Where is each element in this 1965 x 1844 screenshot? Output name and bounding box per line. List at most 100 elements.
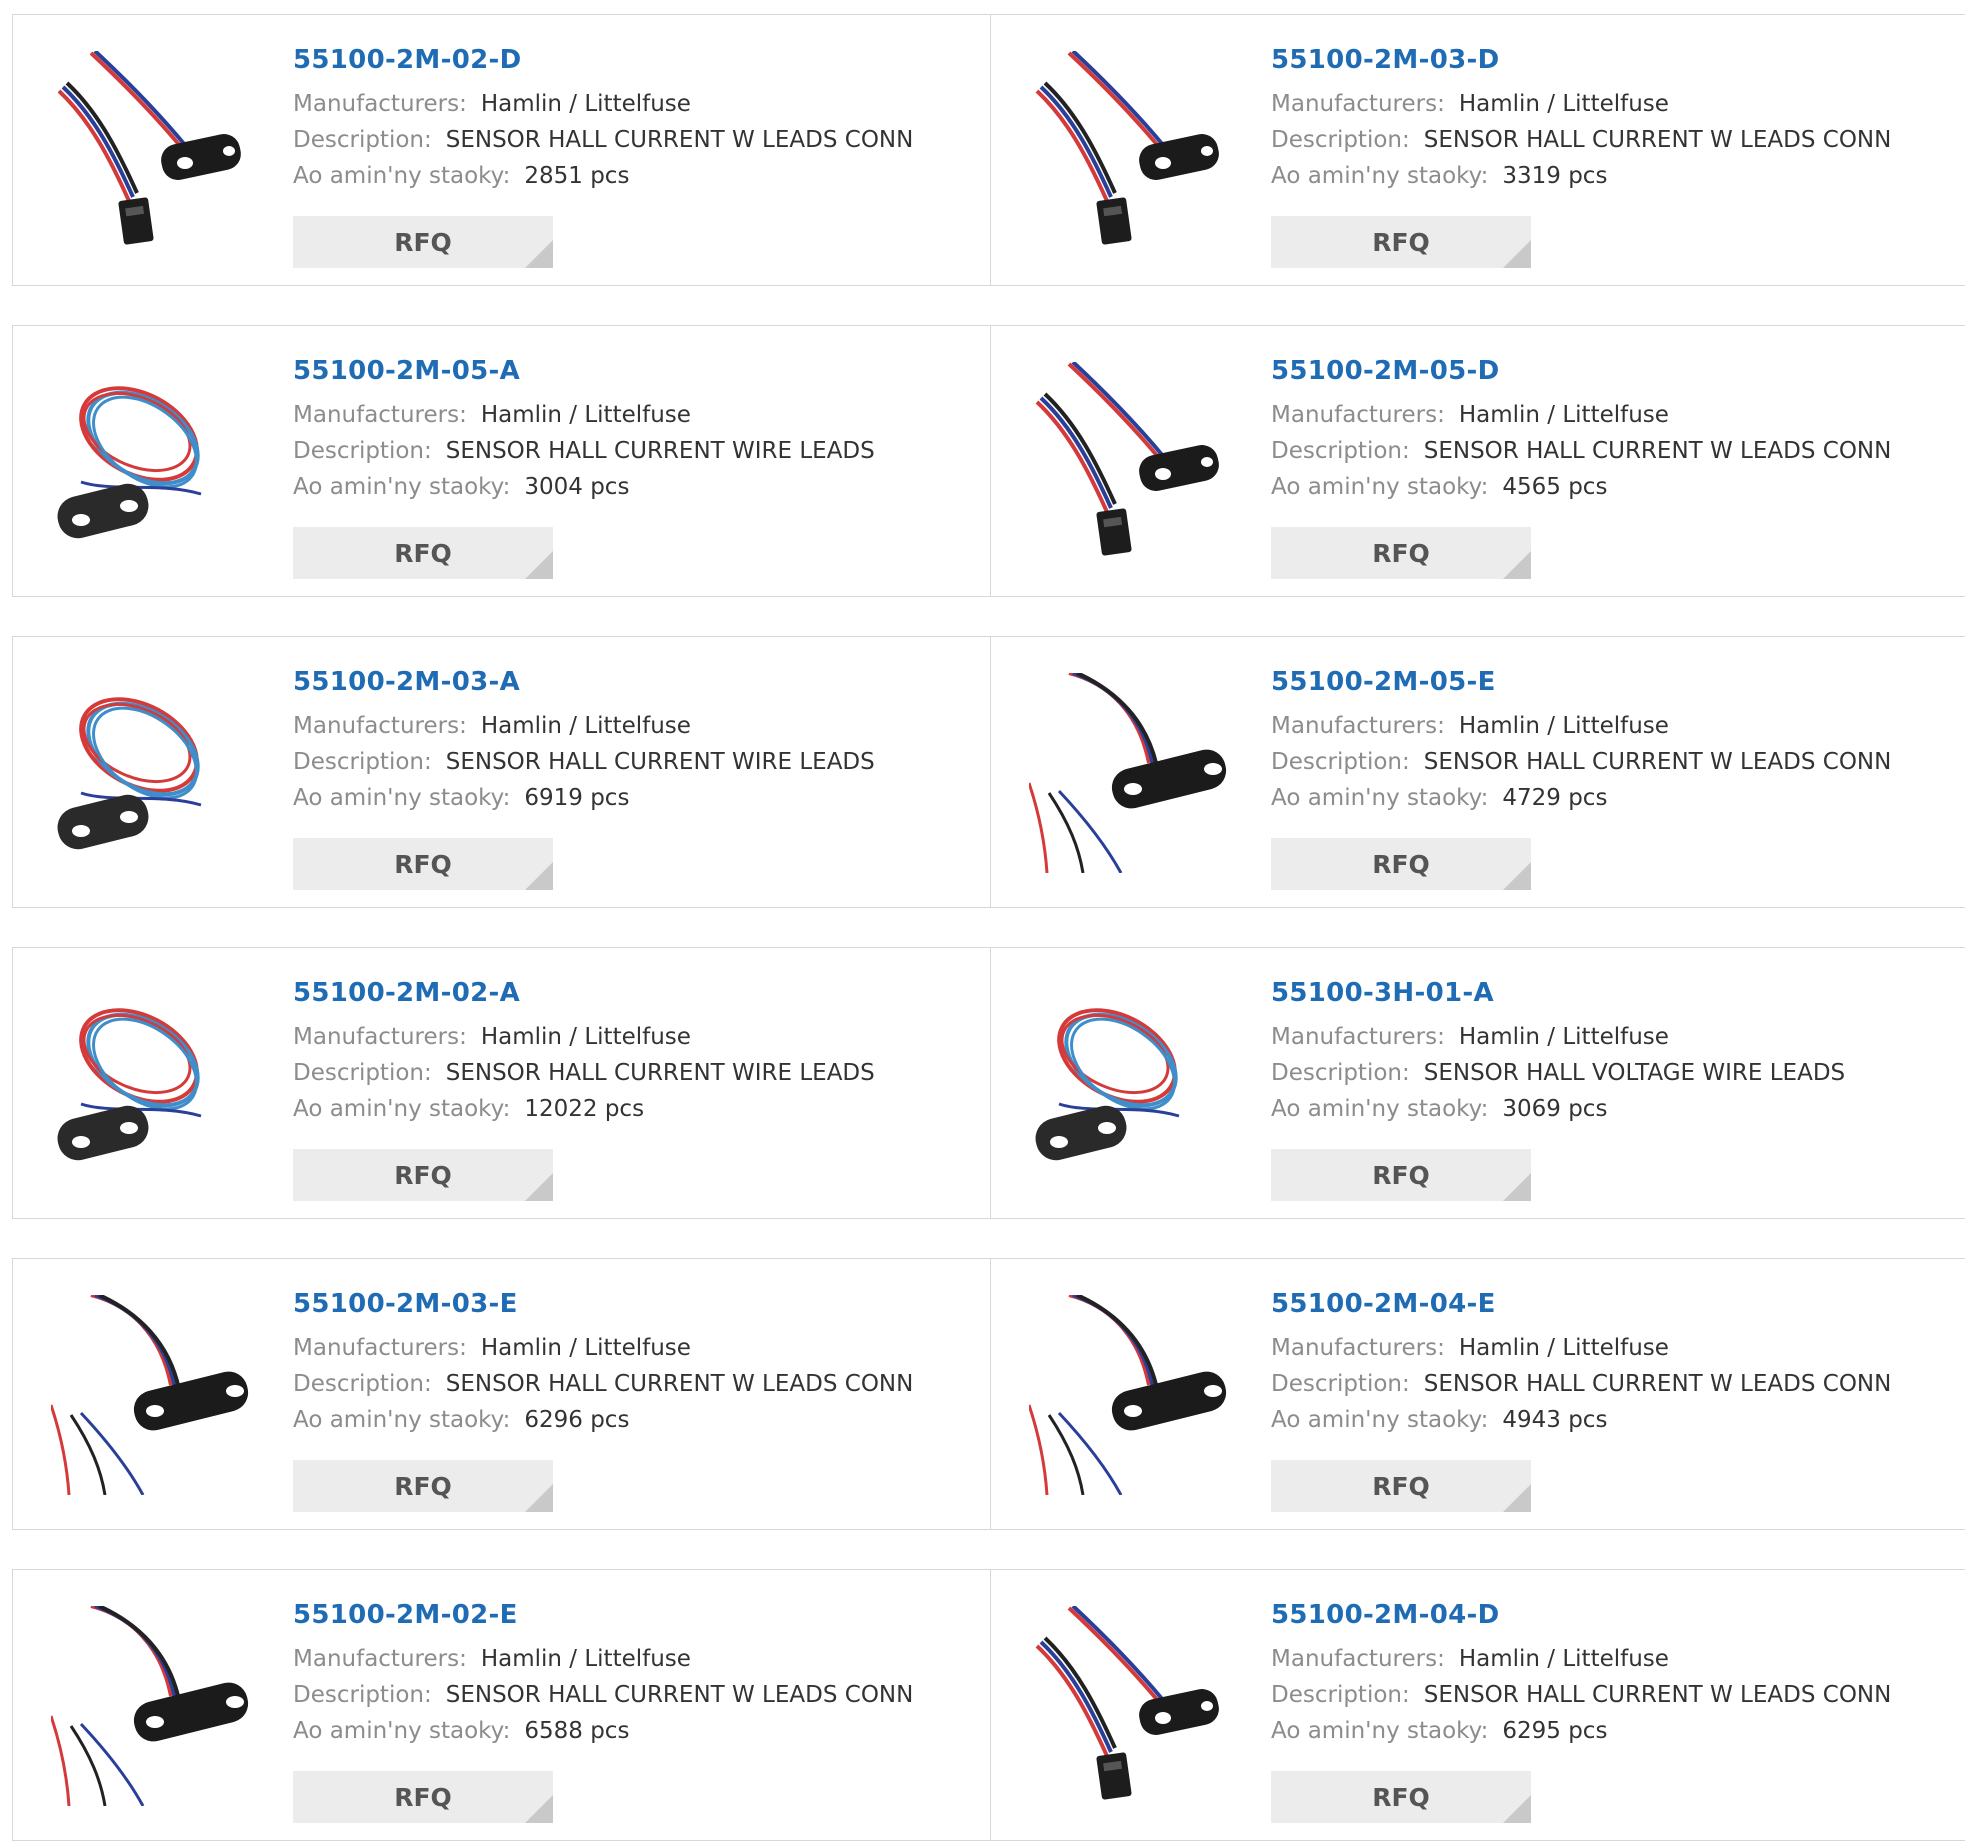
rfq-button[interactable]: RFQ bbox=[293, 1460, 553, 1512]
product-card: 55100-2M-04-D Manufacturers: Hamlin / Lit… bbox=[990, 1569, 1965, 1841]
description-row: Description: SENSOR HALL CURRENT W LEADS … bbox=[293, 1677, 913, 1713]
description-row: Description: SENSOR HALL CURRENT W LEADS … bbox=[1271, 744, 1891, 780]
rfq-label: RFQ bbox=[1372, 849, 1430, 879]
rfq-label: RFQ bbox=[1372, 1471, 1430, 1501]
part-number-link[interactable]: 55100-2M-04-E bbox=[1271, 1287, 1891, 1321]
sensor-loose-wire-image[interactable] bbox=[51, 1606, 251, 1806]
product-card: 55100-2M-05-E Manufacturers: Hamlin / Lit… bbox=[990, 636, 1965, 908]
rfq-label: RFQ bbox=[394, 1471, 452, 1501]
product-info: 55100-2M-02-E Manufacturers: Hamlin / Lit… bbox=[293, 1598, 913, 1749]
description-row: Description: SENSOR HALL CURRENT W LEADS … bbox=[293, 122, 913, 158]
stock-row: Ao amin'ny staoky: 2851 pcs bbox=[293, 158, 913, 194]
part-number-link[interactable]: 55100-2M-02-D bbox=[293, 43, 913, 77]
description-label: Description: bbox=[293, 1371, 432, 1397]
corner-triangle-icon bbox=[525, 240, 553, 268]
manufacturer-row: Manufacturers: Hamlin / Littelfuse bbox=[293, 1019, 875, 1055]
description-label: Description: bbox=[1271, 438, 1410, 464]
manufacturer-label: Manufacturers: bbox=[293, 1646, 467, 1672]
sensor-coiled-wire-image[interactable] bbox=[51, 673, 251, 873]
description-label: Description: bbox=[1271, 1371, 1410, 1397]
manufacturer-value: Hamlin / Littelfuse bbox=[1458, 91, 1669, 117]
description-label: Description: bbox=[293, 1682, 432, 1708]
part-number-link[interactable]: 55100-2M-05-D bbox=[1271, 354, 1891, 388]
sensor-coiled-wire-image[interactable] bbox=[51, 362, 251, 562]
description-row: Description: SENSOR HALL VOLTAGE WIRE LEA… bbox=[1271, 1055, 1845, 1091]
product-card: 55100-2M-05-D Manufacturers: Hamlin / Lit… bbox=[990, 325, 1965, 597]
rfq-button[interactable]: RFQ bbox=[293, 216, 553, 268]
rfq-button[interactable]: RFQ bbox=[293, 1149, 553, 1201]
stock-value: 12022 pcs bbox=[524, 1096, 645, 1122]
sensor-loose-wire-image[interactable] bbox=[1029, 1295, 1229, 1495]
rfq-button[interactable]: RFQ bbox=[1271, 1460, 1531, 1512]
stock-label: Ao amin'ny staoky: bbox=[293, 1718, 511, 1744]
product-info: 55100-2M-05-E Manufacturers: Hamlin / Lit… bbox=[1271, 665, 1891, 816]
product-info: 55100-2M-03-A Manufacturers: Hamlin / Lit… bbox=[293, 665, 875, 816]
description-value: SENSOR HALL CURRENT W LEADS CONN bbox=[1423, 127, 1892, 153]
stock-value: 4943 pcs bbox=[1502, 1407, 1608, 1433]
rfq-button[interactable]: RFQ bbox=[1271, 838, 1531, 890]
sensor-coiled-wire-image[interactable] bbox=[1029, 984, 1229, 1184]
manufacturer-value: Hamlin / Littelfuse bbox=[1458, 1646, 1669, 1672]
corner-triangle-icon bbox=[525, 1173, 553, 1201]
corner-triangle-icon bbox=[1503, 551, 1531, 579]
description-row: Description: SENSOR HALL CURRENT WIRE LEA… bbox=[293, 433, 875, 469]
product-info: 55100-3H-01-A Manufacturers: Hamlin / Lit… bbox=[1271, 976, 1845, 1127]
manufacturer-row: Manufacturers: Hamlin / Littelfuse bbox=[293, 708, 875, 744]
product-info: 55100-2M-02-A Manufacturers: Hamlin / Lit… bbox=[293, 976, 875, 1127]
part-number-link[interactable]: 55100-3H-01-A bbox=[1271, 976, 1845, 1010]
part-number-link[interactable]: 55100-2M-03-E bbox=[293, 1287, 913, 1321]
corner-triangle-icon bbox=[1503, 1173, 1531, 1201]
stock-row: Ao amin'ny staoky: 3069 pcs bbox=[1271, 1091, 1845, 1127]
part-number-link[interactable]: 55100-2M-04-D bbox=[1271, 1598, 1891, 1632]
part-number-link[interactable]: 55100-2M-03-D bbox=[1271, 43, 1891, 77]
corner-triangle-icon bbox=[525, 1484, 553, 1512]
description-label: Description: bbox=[1271, 749, 1410, 775]
manufacturer-row: Manufacturers: Hamlin / Littelfuse bbox=[1271, 1641, 1891, 1677]
part-number-link[interactable]: 55100-2M-05-E bbox=[1271, 665, 1891, 699]
stock-value: 2851 pcs bbox=[524, 163, 630, 189]
description-value: SENSOR HALL CURRENT W LEADS CONN bbox=[1423, 438, 1892, 464]
part-number-link[interactable]: 55100-2M-05-A bbox=[293, 354, 875, 388]
description-row: Description: SENSOR HALL CURRENT W LEADS … bbox=[1271, 1366, 1891, 1402]
stock-label: Ao amin'ny staoky: bbox=[1271, 785, 1489, 811]
rfq-button[interactable]: RFQ bbox=[1271, 216, 1531, 268]
sensor-with-connector-image[interactable] bbox=[51, 51, 251, 251]
description-value: SENSOR HALL CURRENT W LEADS CONN bbox=[445, 127, 914, 153]
sensor-loose-wire-image[interactable] bbox=[51, 1295, 251, 1495]
stock-label: Ao amin'ny staoky: bbox=[1271, 163, 1489, 189]
manufacturer-row: Manufacturers: Hamlin / Littelfuse bbox=[293, 397, 875, 433]
product-row: 55100-2M-02-D Manufacturers: Hamlin / Lit… bbox=[12, 14, 1965, 289]
description-value: SENSOR HALL VOLTAGE WIRE LEADS bbox=[1423, 1060, 1846, 1086]
part-number-link[interactable]: 55100-2M-02-E bbox=[293, 1598, 913, 1632]
description-label: Description: bbox=[293, 749, 432, 775]
manufacturer-label: Manufacturers: bbox=[1271, 1646, 1445, 1672]
stock-row: Ao amin'ny staoky: 4565 pcs bbox=[1271, 469, 1891, 505]
product-card: 55100-2M-04-E Manufacturers: Hamlin / Lit… bbox=[990, 1258, 1965, 1530]
part-number-link[interactable]: 55100-2M-02-A bbox=[293, 976, 875, 1010]
stock-label: Ao amin'ny staoky: bbox=[293, 1096, 511, 1122]
sensor-coiled-wire-image[interactable] bbox=[51, 984, 251, 1184]
stock-value: 6295 pcs bbox=[1502, 1718, 1608, 1744]
description-label: Description: bbox=[1271, 127, 1410, 153]
corner-triangle-icon bbox=[525, 1795, 553, 1823]
rfq-button[interactable]: RFQ bbox=[293, 1771, 553, 1823]
stock-value: 3004 pcs bbox=[524, 474, 630, 500]
rfq-button[interactable]: RFQ bbox=[293, 527, 553, 579]
product-row: 55100-2M-02-A Manufacturers: Hamlin / Lit… bbox=[12, 947, 1965, 1222]
sensor-loose-wire-image[interactable] bbox=[1029, 673, 1229, 873]
manufacturer-value: Hamlin / Littelfuse bbox=[1458, 1335, 1669, 1361]
rfq-button[interactable]: RFQ bbox=[1271, 1149, 1531, 1201]
sensor-with-connector-image[interactable] bbox=[1029, 51, 1229, 251]
description-value: SENSOR HALL CURRENT WIRE LEADS bbox=[445, 438, 875, 464]
sensor-with-connector-image[interactable] bbox=[1029, 1606, 1229, 1806]
stock-value: 6296 pcs bbox=[524, 1407, 630, 1433]
manufacturer-label: Manufacturers: bbox=[293, 402, 467, 428]
product-row: 55100-2M-03-A Manufacturers: Hamlin / Lit… bbox=[12, 636, 1965, 911]
rfq-button[interactable]: RFQ bbox=[293, 838, 553, 890]
corner-triangle-icon bbox=[1503, 862, 1531, 890]
product-row: 55100-2M-05-A Manufacturers: Hamlin / Lit… bbox=[12, 325, 1965, 600]
part-number-link[interactable]: 55100-2M-03-A bbox=[293, 665, 875, 699]
sensor-with-connector-image[interactable] bbox=[1029, 362, 1229, 562]
rfq-button[interactable]: RFQ bbox=[1271, 1771, 1531, 1823]
rfq-button[interactable]: RFQ bbox=[1271, 527, 1531, 579]
